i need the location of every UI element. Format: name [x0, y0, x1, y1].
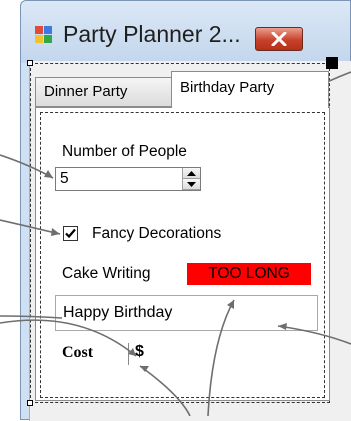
spin-buttons [182, 168, 200, 190]
resize-handle-bottom-left[interactable] [27, 400, 33, 406]
close-button[interactable] [255, 27, 303, 51]
resize-handle-top-right[interactable] [326, 57, 338, 69]
cost-value: $ [135, 343, 144, 360]
triangle-down-icon [187, 182, 196, 187]
cost-value-box: $ [128, 343, 177, 365]
fancy-decorations-checkbox[interactable] [63, 226, 78, 241]
cost-label: Cost [62, 344, 94, 361]
cake-writing-label: Cake Writing [62, 265, 151, 282]
number-of-people-stepper[interactable]: 5 [55, 167, 201, 191]
fancy-decorations-label: Fancy Decorations [92, 225, 222, 242]
cake-writing-input[interactable]: Happy Birthday [55, 295, 318, 331]
resize-handle-top-left[interactable] [27, 60, 33, 66]
number-of-people-value[interactable]: 5 [60, 170, 69, 188]
tab-birthday-party[interactable]: Birthday Party [171, 71, 329, 108]
app-icon [35, 26, 53, 44]
check-icon [65, 228, 76, 239]
too-long-warning: TOO LONG [187, 263, 311, 285]
triangle-up-icon [187, 171, 196, 176]
cake-writing-value[interactable]: Happy Birthday [63, 304, 172, 322]
window-title: Party Planner 2... [63, 21, 241, 47]
spin-down-button[interactable] [183, 179, 200, 190]
tab-strip: Dinner Party Birthday Party [35, 71, 335, 108]
tab-dinner-party[interactable]: Dinner Party [35, 77, 173, 107]
title-bar[interactable]: Party Planner 2... [21, 1, 350, 63]
close-icon [271, 32, 287, 46]
spin-up-button[interactable] [183, 168, 200, 179]
number-of-people-label: Number of People [62, 143, 187, 160]
